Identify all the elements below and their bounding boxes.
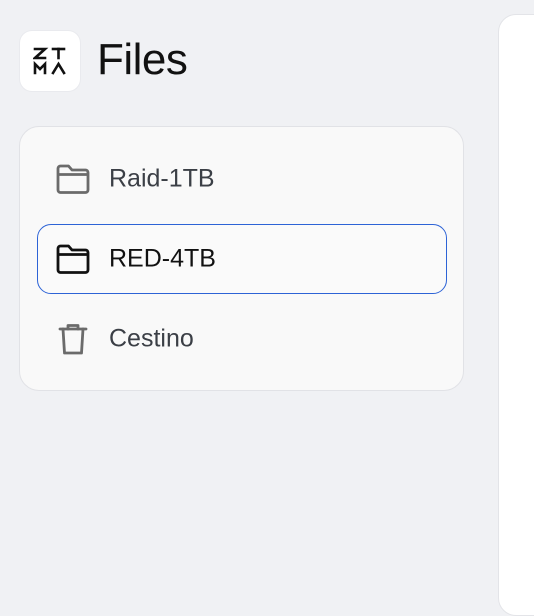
sidebar-item-label: Raid-1TB (109, 164, 215, 193)
sidebar-item-label: Cestino (109, 324, 194, 353)
sidebar-item-label: RED-4TB (109, 244, 216, 273)
content-pane (498, 14, 534, 616)
trash-icon (54, 320, 92, 358)
zima-logo-icon (33, 47, 66, 75)
sidebar-item-cestino[interactable]: Cestino (37, 304, 447, 374)
sidebar-panel: Raid-1TB RED-4TB Cestino (19, 126, 464, 391)
folder-icon (54, 240, 92, 278)
app-logo[interactable] (20, 31, 80, 91)
sidebar-item-raid-1tb[interactable]: Raid-1TB (37, 144, 447, 214)
app-title: Files (97, 35, 188, 84)
sidebar-item-red-4tb[interactable]: RED-4TB (37, 224, 447, 294)
folder-icon (54, 160, 92, 198)
